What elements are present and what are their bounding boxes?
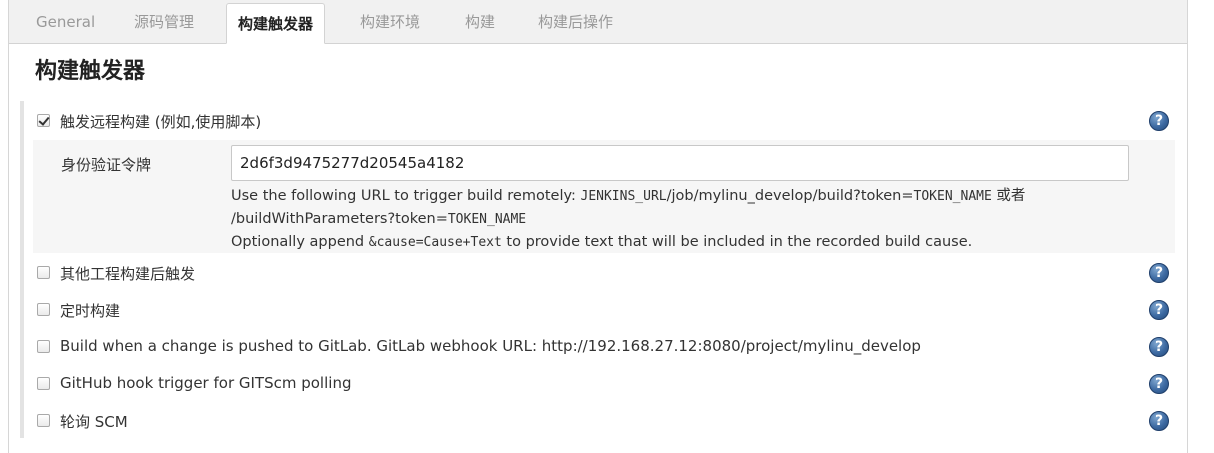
github-hook-label[interactable]: GitHub hook trigger for GITScm polling <box>60 374 351 392</box>
remote-trigger-label[interactable]: 触发远程构建 (例如,使用脚本) <box>60 111 261 132</box>
section-indent-bar <box>20 101 24 438</box>
trigger-row-scheduled: 定时构建 ? <box>33 296 1175 326</box>
auth-token-label: 身份验证令牌 <box>61 156 152 174</box>
tab-source-control[interactable]: 源码管理 <box>134 0 194 44</box>
help-icon[interactable]: ? <box>1149 337 1169 357</box>
help-icon[interactable]: ? <box>1149 411 1169 431</box>
help-icon[interactable]: ? <box>1149 374 1169 394</box>
config-tab-bar: General 源码管理 构建触发器 构建环境 构建 构建后操作 <box>9 0 1187 44</box>
tab-build-environment[interactable]: 构建环境 <box>360 0 420 44</box>
help-icon[interactable]: ? <box>1149 300 1169 320</box>
description-line-1: Use the following URL to trigger build r… <box>231 188 1026 204</box>
config-panel: General 源码管理 构建触发器 构建环境 构建 构建后操作 构建触发器 触… <box>8 0 1188 453</box>
trigger-row-gitlab: Build when a change is pushed to GitLab.… <box>33 333 1175 363</box>
poll-scm-label[interactable]: 轮询 SCM <box>60 411 128 432</box>
scheduled-build-label[interactable]: 定时构建 <box>60 300 120 321</box>
auth-token-section: 身份验证令牌 Use the following URL to trigger … <box>33 140 1175 253</box>
remote-trigger-checkbox[interactable] <box>37 114 50 127</box>
remote-trigger-description: Use the following URL to trigger build r… <box>231 185 1025 254</box>
description-line-3: Optionally append &cause=Cause+Text to p… <box>231 234 973 250</box>
scheduled-build-checkbox[interactable] <box>37 303 50 316</box>
github-hook-checkbox[interactable] <box>37 377 50 390</box>
upstream-trigger-checkbox[interactable] <box>37 266 50 279</box>
poll-scm-checkbox[interactable] <box>37 414 50 427</box>
gitlab-trigger-label[interactable]: Build when a change is pushed to GitLab.… <box>60 337 921 355</box>
trigger-row-github: GitHub hook trigger for GITScm polling ? <box>33 370 1175 400</box>
auth-token-input[interactable] <box>231 145 1129 181</box>
tab-build[interactable]: 构建 <box>465 0 495 44</box>
trigger-row-poll-scm: 轮询 SCM ? <box>33 407 1175 437</box>
description-line-2: /buildWithParameters?token=TOKEN_NAME <box>231 211 527 227</box>
tab-build-triggers[interactable]: 构建触发器 <box>226 3 326 44</box>
tab-general[interactable]: General <box>36 0 95 44</box>
trigger-row-remote: 触发远程构建 (例如,使用脚本) ? <box>33 107 1175 137</box>
tab-post-build[interactable]: 构建后操作 <box>538 0 613 44</box>
trigger-row-upstream: 其他工程构建后触发 ? <box>33 259 1175 289</box>
help-icon[interactable]: ? <box>1149 111 1169 131</box>
help-icon[interactable]: ? <box>1149 263 1169 283</box>
upstream-trigger-label[interactable]: 其他工程构建后触发 <box>60 263 195 284</box>
section-title: 构建触发器 <box>35 59 146 84</box>
gitlab-trigger-checkbox[interactable] <box>37 340 50 353</box>
